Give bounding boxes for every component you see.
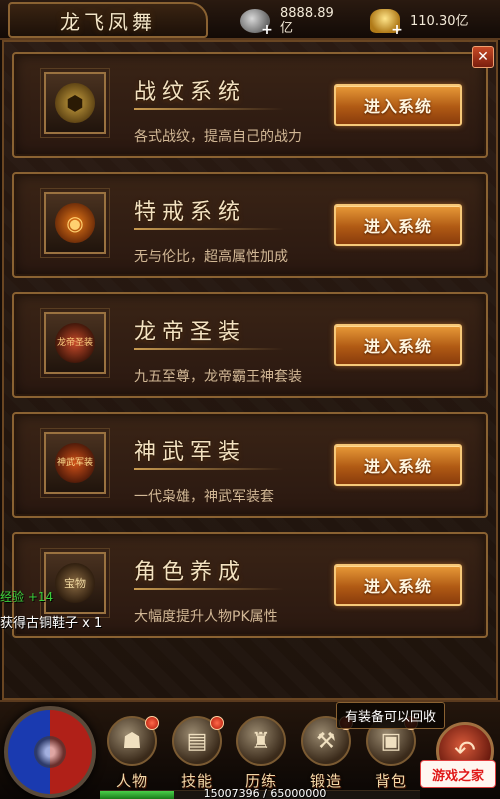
gold-value: 110.30亿 (410, 13, 469, 29)
card-icon-frame: 神武军装 (40, 428, 110, 498)
title-underline (134, 348, 284, 350)
character-icon: ☗ (107, 716, 159, 766)
silver-value: 8888.89 亿 (280, 6, 334, 36)
gold-resource[interactable]: + 110.30亿 (370, 4, 469, 38)
recycle-tooltip[interactable]: 有装备可以回收 (336, 702, 446, 729)
watermark-logo: 游戏之家 (420, 760, 496, 788)
experience-fill (100, 791, 174, 799)
silver-coin-icon: + (240, 9, 273, 37)
system-card-battle-pattern: ⬢ 战纹系统 各式战纹，提高自己的战力 进入系统 (12, 52, 488, 158)
enter-system-button[interactable]: 进入系统 (334, 564, 462, 606)
card-title: 角色养成 (134, 560, 247, 585)
menu-character[interactable]: ☗ 人物 (103, 716, 161, 794)
title-underline (134, 108, 284, 110)
divine-military-armor-icon: 神武军装 (55, 443, 95, 483)
menu-label: 人物 (115, 772, 148, 790)
card-title: 龙帝圣装 (134, 320, 247, 345)
card-description: 一代枭雄，神武军装套 (134, 489, 274, 505)
yin-yang-orb-icon[interactable] (4, 706, 96, 798)
enter-system-button[interactable]: 进入系统 (334, 204, 462, 246)
character-growth-icon: 宝物 (55, 563, 95, 603)
top-bar: 龙飞凤舞 + 8888.89 亿 + 110.30亿 (0, 0, 500, 40)
enter-system-button[interactable]: 进入系统 (334, 324, 462, 366)
card-icon-frame: 宝物 (40, 548, 110, 618)
add-gold-icon[interactable]: + (390, 23, 404, 37)
exp-gain-notice: 经验 +14 (0, 590, 54, 604)
enter-system-button[interactable]: 进入系统 (334, 84, 462, 126)
training-icon: ♜ (236, 716, 286, 766)
title-underline (134, 588, 284, 590)
card-icon-frame: 龙帝圣装 (40, 308, 110, 378)
add-silver-icon[interactable]: + (260, 23, 274, 37)
notification-dot (145, 716, 159, 730)
page-title: 龙飞凤舞 (60, 9, 156, 34)
card-title: 战纹系统 (134, 80, 247, 105)
title-underline (134, 468, 284, 470)
skill-book-icon: ▤ (172, 716, 224, 766)
menu-skill[interactable]: ▤ 技能 (168, 716, 226, 794)
card-description: 九五至尊，龙帝霸王神套装 (134, 369, 302, 385)
system-card-dragon-emperor: 龙帝圣装 龙帝圣装 九五至尊，龙帝霸王神套装 进入系统 (12, 292, 488, 398)
card-description: 各式战纹，提高自己的战力 (134, 129, 302, 145)
experience-text: 15007396 / 65000000 (203, 787, 327, 799)
silver-resource[interactable]: + 8888.89 亿 (240, 4, 334, 38)
silver-unit: 亿 (280, 21, 294, 36)
close-button[interactable]: ✕ (472, 46, 494, 68)
title-plate: 龙飞凤舞 (8, 2, 208, 38)
silver-amount: 8888.89 (280, 6, 334, 21)
card-title: 神武军装 (134, 440, 247, 465)
battle-pattern-icon: ⬢ (55, 83, 95, 123)
card-description: 无与伦比，超高属性加成 (134, 249, 288, 265)
loot-notice: 获得古铜鞋子 x 1 (0, 616, 103, 631)
card-icon-frame: ⬢ (40, 68, 110, 138)
card-title: 特戒系统 (134, 200, 247, 225)
title-underline (134, 228, 284, 230)
card-icon-frame: ◉ (40, 188, 110, 258)
card-description: 大幅度提升人物PK属性 (134, 609, 278, 625)
system-card-special-ring: ◉ 特戒系统 无与伦比，超高属性加成 进入系统 (12, 172, 488, 278)
gold-ingot-icon: + (370, 9, 403, 37)
special-ring-icon: ◉ (55, 203, 95, 243)
dragon-emperor-armor-icon: 龙帝圣装 (55, 323, 95, 363)
menu-label: 背包 (374, 772, 407, 790)
system-card-divine-armor: 神武军装 神武军装 一代枭雄，神武军装套 进入系统 (12, 412, 488, 518)
notification-dot (210, 716, 224, 730)
menu-training[interactable]: ♜ 历练 (232, 716, 290, 794)
enter-system-button[interactable]: 进入系统 (334, 444, 462, 486)
